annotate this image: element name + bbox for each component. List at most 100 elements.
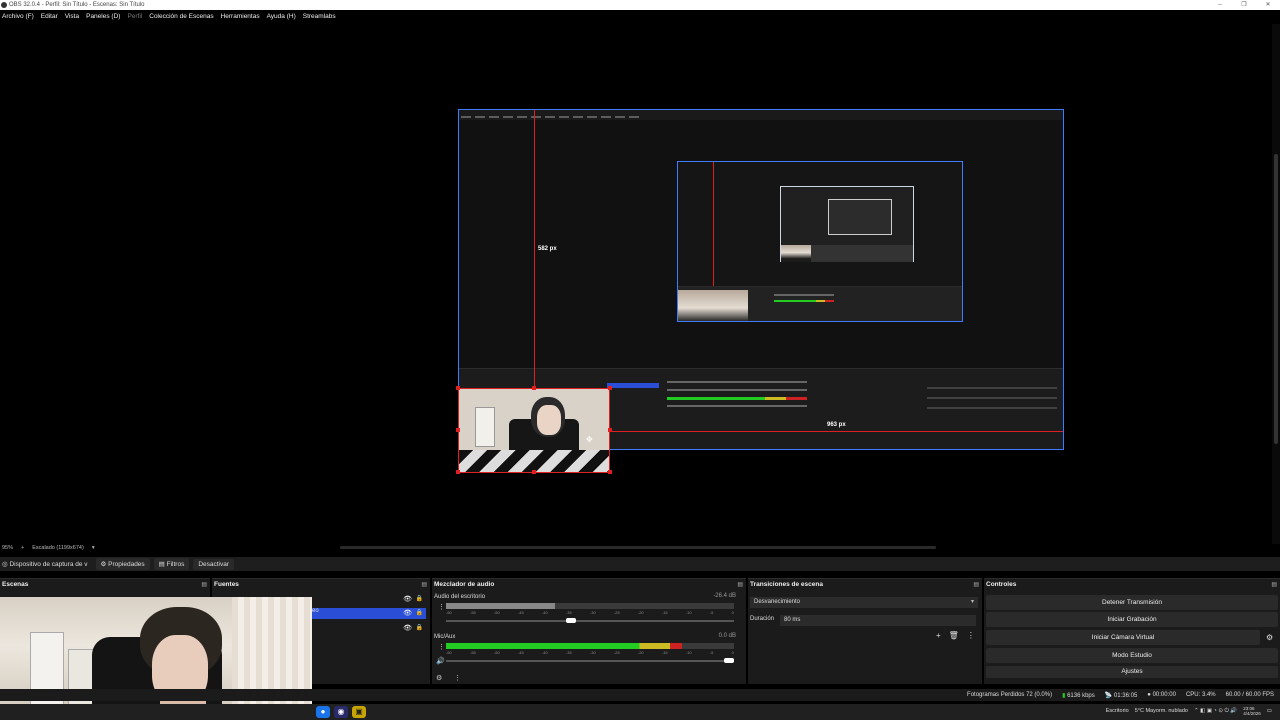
settings-button[interactable]: Ajustes	[986, 666, 1278, 678]
studio-mode-button[interactable]: Modo Estudio	[986, 648, 1278, 663]
source-row[interactable]: 👁 🔒	[312, 623, 426, 634]
delete-icon[interactable]: 🗑	[949, 631, 959, 640]
resize-handle[interactable]	[456, 386, 460, 390]
menu-item[interactable]: Streamlabs	[303, 11, 341, 23]
menu-item[interactable]: Vista	[65, 11, 84, 23]
app-taskbar-icon[interactable]: ▣	[352, 706, 366, 718]
mixer-menu-icon[interactable]: ⋮	[454, 674, 461, 682]
resize-handle[interactable]	[456, 428, 460, 432]
webcam-source-selected[interactable]	[458, 388, 610, 473]
minimize-icon[interactable]: –	[1208, 0, 1232, 10]
nested-preview-1	[677, 161, 963, 322]
scale-tick: -40	[541, 610, 548, 615]
gear-icon[interactable]: ⚙	[1266, 633, 1273, 642]
scale-tick: -45	[517, 650, 524, 655]
close-icon[interactable]: ✕	[1256, 0, 1280, 10]
maximize-icon[interactable]: ❐	[1232, 0, 1256, 10]
channel-db: -26.4 dB	[713, 593, 736, 599]
resize-handle[interactable]	[608, 470, 612, 474]
horizontal-measure-label: 963 px	[827, 422, 846, 428]
resize-handle[interactable]	[608, 386, 612, 390]
horizontal-scrollbar[interactable]	[340, 546, 936, 549]
eye-icon[interactable]: 👁	[403, 609, 412, 617]
channel-menu-icon[interactable]: ⋮	[438, 643, 445, 651]
chrome-icon[interactable]: ●	[316, 706, 330, 718]
channel-menu-icon[interactable]: ⋮	[438, 603, 445, 611]
stop-stream-button[interactable]: Detener Transmisión	[986, 595, 1278, 610]
scale-tick: -15	[661, 650, 668, 655]
channel-scale: -60 -55 -50 -45 -40 -35 -30 -25 -20 -15 -10 -5 0	[446, 650, 734, 655]
scrollbar-thumb[interactable]	[1274, 154, 1278, 444]
dock-menu-icon[interactable]: ▤	[737, 581, 743, 588]
obs-taskbar-icon[interactable]: ◉	[334, 706, 348, 718]
volume-slider[interactable]	[446, 618, 734, 623]
cpu-usage: CPU: 3.4%	[1185, 692, 1216, 698]
filters-button[interactable]: ▤ Filtros	[153, 558, 190, 570]
dock-menu-icon[interactable]: ▤	[973, 581, 979, 588]
menu-item[interactable]: Paneles (D)	[86, 11, 125, 23]
eye-icon[interactable]: 👁	[403, 595, 412, 603]
weather[interactable]: 5°C Mayorm. nublado	[1135, 708, 1188, 714]
dock-menu-icon[interactable]: ▤	[421, 581, 427, 588]
menu-item[interactable]: Perfil	[127, 11, 147, 23]
volume-slider[interactable]	[446, 658, 734, 663]
menu-bar: Archivo (F) Editar Vista Paneles (D) Perfil C…	[0, 11, 341, 23]
duration-input[interactable]: 80 ms	[780, 615, 976, 626]
clock[interactable]: 23:06 4/4/2026	[1243, 706, 1261, 716]
nested-menu-bar	[459, 110, 1063, 120]
channel-name: Audio del escritorio	[434, 594, 486, 600]
resize-handle[interactable]	[608, 428, 612, 432]
tray-icons[interactable]: ⌃ ◧ ▣ ◔ ⊙ ⏻ 🔊	[1194, 708, 1237, 715]
notification-icon[interactable]: ▭	[1267, 708, 1272, 714]
start-recording-button[interactable]: Iniciar Grabación	[986, 612, 1278, 627]
dock-menu-icon[interactable]: ▤	[201, 581, 207, 588]
lock-icon[interactable]: 🔒	[416, 595, 423, 602]
resize-handle[interactable]	[456, 470, 460, 474]
scale-tick: -35	[565, 650, 572, 655]
speaker-icon[interactable]: 🔊	[436, 657, 445, 665]
volume-knob[interactable]	[565, 618, 576, 623]
scale-tick: -35	[565, 610, 572, 615]
chevron-down-icon[interactable]: ▾	[92, 545, 95, 551]
zoom-scale[interactable]: Escalado (1199x674)	[32, 545, 84, 551]
menu-item[interactable]: Archivo (F)	[2, 11, 39, 23]
scale-tick: -15	[661, 610, 668, 615]
properties-button[interactable]: ⚙ Propiedades	[95, 558, 150, 570]
menu-item[interactable]: Editar	[41, 11, 63, 23]
transitions-title: Transiciones de escena	[750, 581, 823, 588]
dock-menu-icon[interactable]: ▤	[1271, 581, 1277, 588]
menu-item[interactable]: Colección de Escenas	[149, 11, 218, 23]
source-row-selected[interactable]: eo 👁 🔒	[312, 608, 426, 619]
vertical-scrollbar[interactable]	[1272, 24, 1280, 544]
more-icon[interactable]: ⋮	[967, 631, 975, 640]
volume-knob[interactable]	[724, 658, 734, 663]
menu-item[interactable]: Ayuda (H)	[267, 11, 301, 23]
resize-handle[interactable]	[532, 386, 536, 390]
zoom-percent[interactable]: 95%	[2, 545, 13, 551]
scale-tick: -50	[493, 650, 500, 655]
lock-icon[interactable]: 🔒	[416, 624, 423, 631]
zoom-plus-icon[interactable]: +	[21, 545, 24, 551]
transition-select[interactable]: Desvanecimiento ▾	[750, 597, 978, 608]
nested-preview-2	[780, 186, 914, 262]
deactivate-button[interactable]: Desactivar	[193, 558, 235, 570]
desktop-label[interactable]: Escritorio	[1106, 708, 1129, 714]
title-bar: OBS 32.0.4 - Perfil: Sin Título - Escena…	[0, 0, 1280, 10]
source-row[interactable]: 👁 🔒	[312, 594, 426, 605]
mixer-title: Mezclador de audio	[434, 581, 495, 588]
scale-tick: -45	[517, 610, 524, 615]
scale-tick: -40	[541, 650, 548, 655]
rec-time: ● 00:00:00	[1147, 692, 1176, 698]
mixer-settings-icon[interactable]: ⚙	[436, 674, 442, 682]
menu-item[interactable]: Herramientas	[221, 11, 265, 23]
vertical-measure-label: 582 px	[538, 246, 557, 252]
eye-icon[interactable]: 👁	[403, 624, 412, 632]
lock-icon[interactable]: 🔒	[416, 609, 423, 616]
scale-tick: -55	[469, 610, 476, 615]
channel-scale: -60 -55 -50 -45 -40 -35 -30 -25 -20 -15 -10 -5 0	[446, 610, 734, 615]
start-virtual-camera-button[interactable]: Iniciar Cámara Virtual	[986, 630, 1260, 645]
resize-handle[interactable]	[532, 470, 536, 474]
add-icon[interactable]: +	[936, 631, 941, 640]
sources-title: Fuentes	[214, 581, 239, 588]
mixer-channel-desktop: Audio del escritorio -26.4 dB ⋮ -60 -55 -5…	[434, 593, 740, 633]
